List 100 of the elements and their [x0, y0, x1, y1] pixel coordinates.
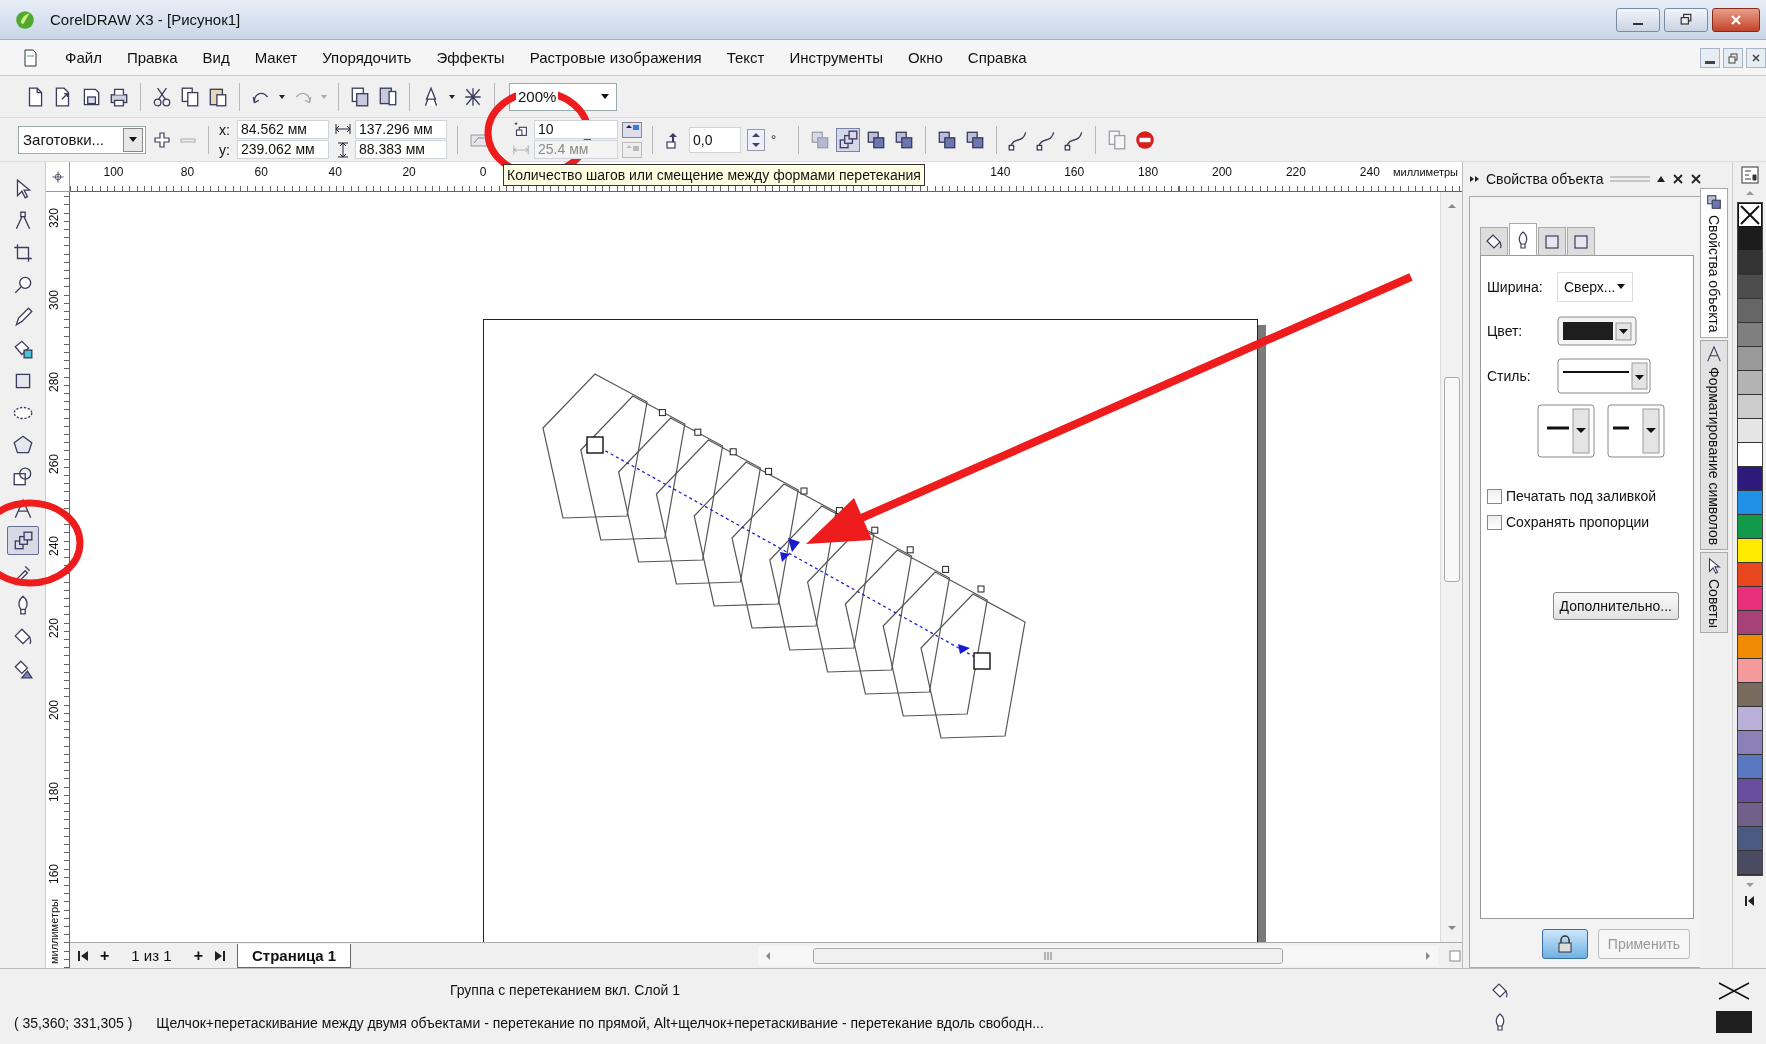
color-swatch[interactable]	[1737, 563, 1762, 587]
side-tab[interactable]: Форматирование символов	[1700, 339, 1728, 550]
last-page-icon[interactable]	[212, 948, 227, 963]
no-entry-icon[interactable]	[1134, 128, 1157, 151]
cut-icon[interactable]	[151, 85, 173, 108]
grip-icon	[1609, 174, 1650, 184]
spinner-icon[interactable]	[622, 121, 642, 138]
first-page-icon[interactable]	[1742, 894, 1757, 908]
color-swatch[interactable]	[1737, 803, 1762, 827]
menu-item[interactable]: Текст	[726, 49, 765, 66]
side-tab[interactable]: Свойства объекта	[1700, 188, 1728, 338]
color-picker[interactable]	[1557, 316, 1637, 346]
palette-menu-icon[interactable]	[1740, 166, 1759, 184]
page-counter: 1 из 1	[131, 947, 172, 964]
blend-tool-icon[interactable]	[837, 128, 860, 151]
color-swatch[interactable]	[1737, 299, 1762, 323]
no-color-swatch[interactable]	[1737, 203, 1762, 227]
docker-tab[interactable]	[1480, 227, 1508, 255]
restore-button[interactable]	[1664, 7, 1708, 32]
color-swatch[interactable]	[1737, 827, 1762, 851]
export-icon[interactable]	[377, 85, 399, 108]
menu-item[interactable]: Вид	[202, 49, 230, 66]
ruler-label: 20	[402, 165, 416, 179]
height-field[interactable]: 88.383 мм	[355, 140, 447, 159]
scroll-thumb[interactable]	[1444, 377, 1460, 582]
close-icon[interactable]	[1671, 173, 1684, 185]
color-swatch[interactable]	[1737, 515, 1762, 539]
color-swatch[interactable]	[1737, 323, 1762, 347]
color-swatch[interactable]	[1737, 851, 1762, 875]
first-page-icon[interactable]	[76, 948, 90, 963]
horizontal-scrollbar[interactable]	[758, 945, 1438, 966]
y-field[interactable]: 239.062 мм	[237, 140, 329, 159]
menu-item[interactable]: Инструменты	[789, 49, 883, 66]
doc-close-button[interactable]	[1746, 47, 1766, 68]
steps-field[interactable]: 10	[534, 120, 618, 139]
collapse-icon[interactable]	[1655, 174, 1666, 184]
color-swatch[interactable]	[1737, 635, 1762, 659]
line-style-combo[interactable]	[1557, 358, 1651, 394]
color-swatch[interactable]	[1737, 707, 1762, 731]
add-page-button[interactable]: +	[100, 946, 110, 965]
scroll-thumb[interactable]	[813, 947, 1283, 964]
outline-width-combo[interactable]: Сверх...	[1557, 272, 1633, 302]
color-swatch[interactable]	[1737, 659, 1762, 683]
presets-combo[interactable]: Заготовки...	[18, 125, 146, 154]
menu-item[interactable]: Растровые изображения	[529, 49, 702, 66]
close-icon[interactable]	[1689, 173, 1702, 185]
color-swatch[interactable]	[1737, 395, 1762, 419]
start-arrow-combo[interactable]	[1537, 404, 1595, 458]
color-swatch[interactable]	[1737, 347, 1762, 371]
color-swatch[interactable]	[1737, 611, 1762, 635]
ruler-unit: миллиметры	[1392, 166, 1458, 178]
menu-item[interactable]: Окно	[907, 49, 943, 66]
app-logo-icon	[14, 8, 36, 31]
spin-buttons-icon[interactable]	[747, 128, 765, 151]
color-swatch[interactable]	[1737, 419, 1762, 443]
advanced-button[interactable]: Дополнительно...	[1552, 592, 1679, 620]
width-field[interactable]: 137.296 мм	[355, 120, 447, 139]
crosshair-icon[interactable]	[50, 169, 65, 184]
page-tab[interactable]: Страница 1	[236, 943, 352, 968]
color-swatch[interactable]	[1737, 227, 1762, 251]
checkbox[interactable]	[1487, 488, 1502, 504]
zoom-combo[interactable]: 200%	[509, 82, 617, 111]
doc-minimize-button[interactable]	[1700, 47, 1720, 68]
checkbox[interactable]	[1487, 514, 1502, 530]
side-tab[interactable]: Советы	[1700, 551, 1728, 633]
color-swatch[interactable]	[1737, 275, 1762, 299]
color-swatch[interactable]	[1737, 683, 1762, 707]
expand-icon[interactable]	[1469, 175, 1480, 183]
copy-icon[interactable]	[179, 85, 201, 108]
color-swatch[interactable]	[1737, 539, 1762, 563]
color-swatch[interactable]	[1737, 251, 1762, 275]
menu-item[interactable]: Файл	[65, 49, 102, 66]
menu-item[interactable]: Упорядочить	[322, 49, 412, 66]
menu-item[interactable]: Правка	[126, 49, 178, 66]
color-swatch[interactable]	[1737, 443, 1762, 467]
plus-icon[interactable]	[152, 129, 172, 150]
lock-button[interactable]	[1542, 929, 1588, 959]
color-swatch[interactable]	[1737, 731, 1762, 755]
vertical-scrollbar[interactable]	[1440, 192, 1462, 942]
color-swatch[interactable]	[1737, 467, 1762, 491]
end-arrow-combo[interactable]	[1607, 404, 1665, 458]
color-swatch[interactable]	[1737, 371, 1762, 395]
tool-button[interactable]	[6, 526, 39, 555]
text-tool-icon	[1705, 344, 1723, 363]
color-swatch[interactable]	[1737, 491, 1762, 515]
color-swatch[interactable]	[1737, 755, 1762, 779]
import-icon[interactable]	[349, 85, 371, 108]
menu-item[interactable]: Эффекты	[436, 49, 505, 66]
x-field[interactable]: 84.562 мм	[237, 120, 329, 139]
color-swatch[interactable]	[1737, 587, 1762, 611]
menu-item[interactable]: Справка	[967, 49, 1027, 66]
ruler-label: 200	[47, 700, 61, 721]
docker-tab[interactable]	[1509, 223, 1537, 255]
add-page-button[interactable]: +	[193, 946, 203, 965]
close-button[interactable]	[1712, 7, 1760, 32]
doc-restore-button[interactable]	[1723, 47, 1743, 68]
ruler-label: 160	[1064, 165, 1085, 179]
angle-field[interactable]: 0,0	[689, 126, 741, 153]
color-swatch[interactable]	[1737, 779, 1762, 803]
menu-item[interactable]: Макет	[254, 49, 298, 66]
